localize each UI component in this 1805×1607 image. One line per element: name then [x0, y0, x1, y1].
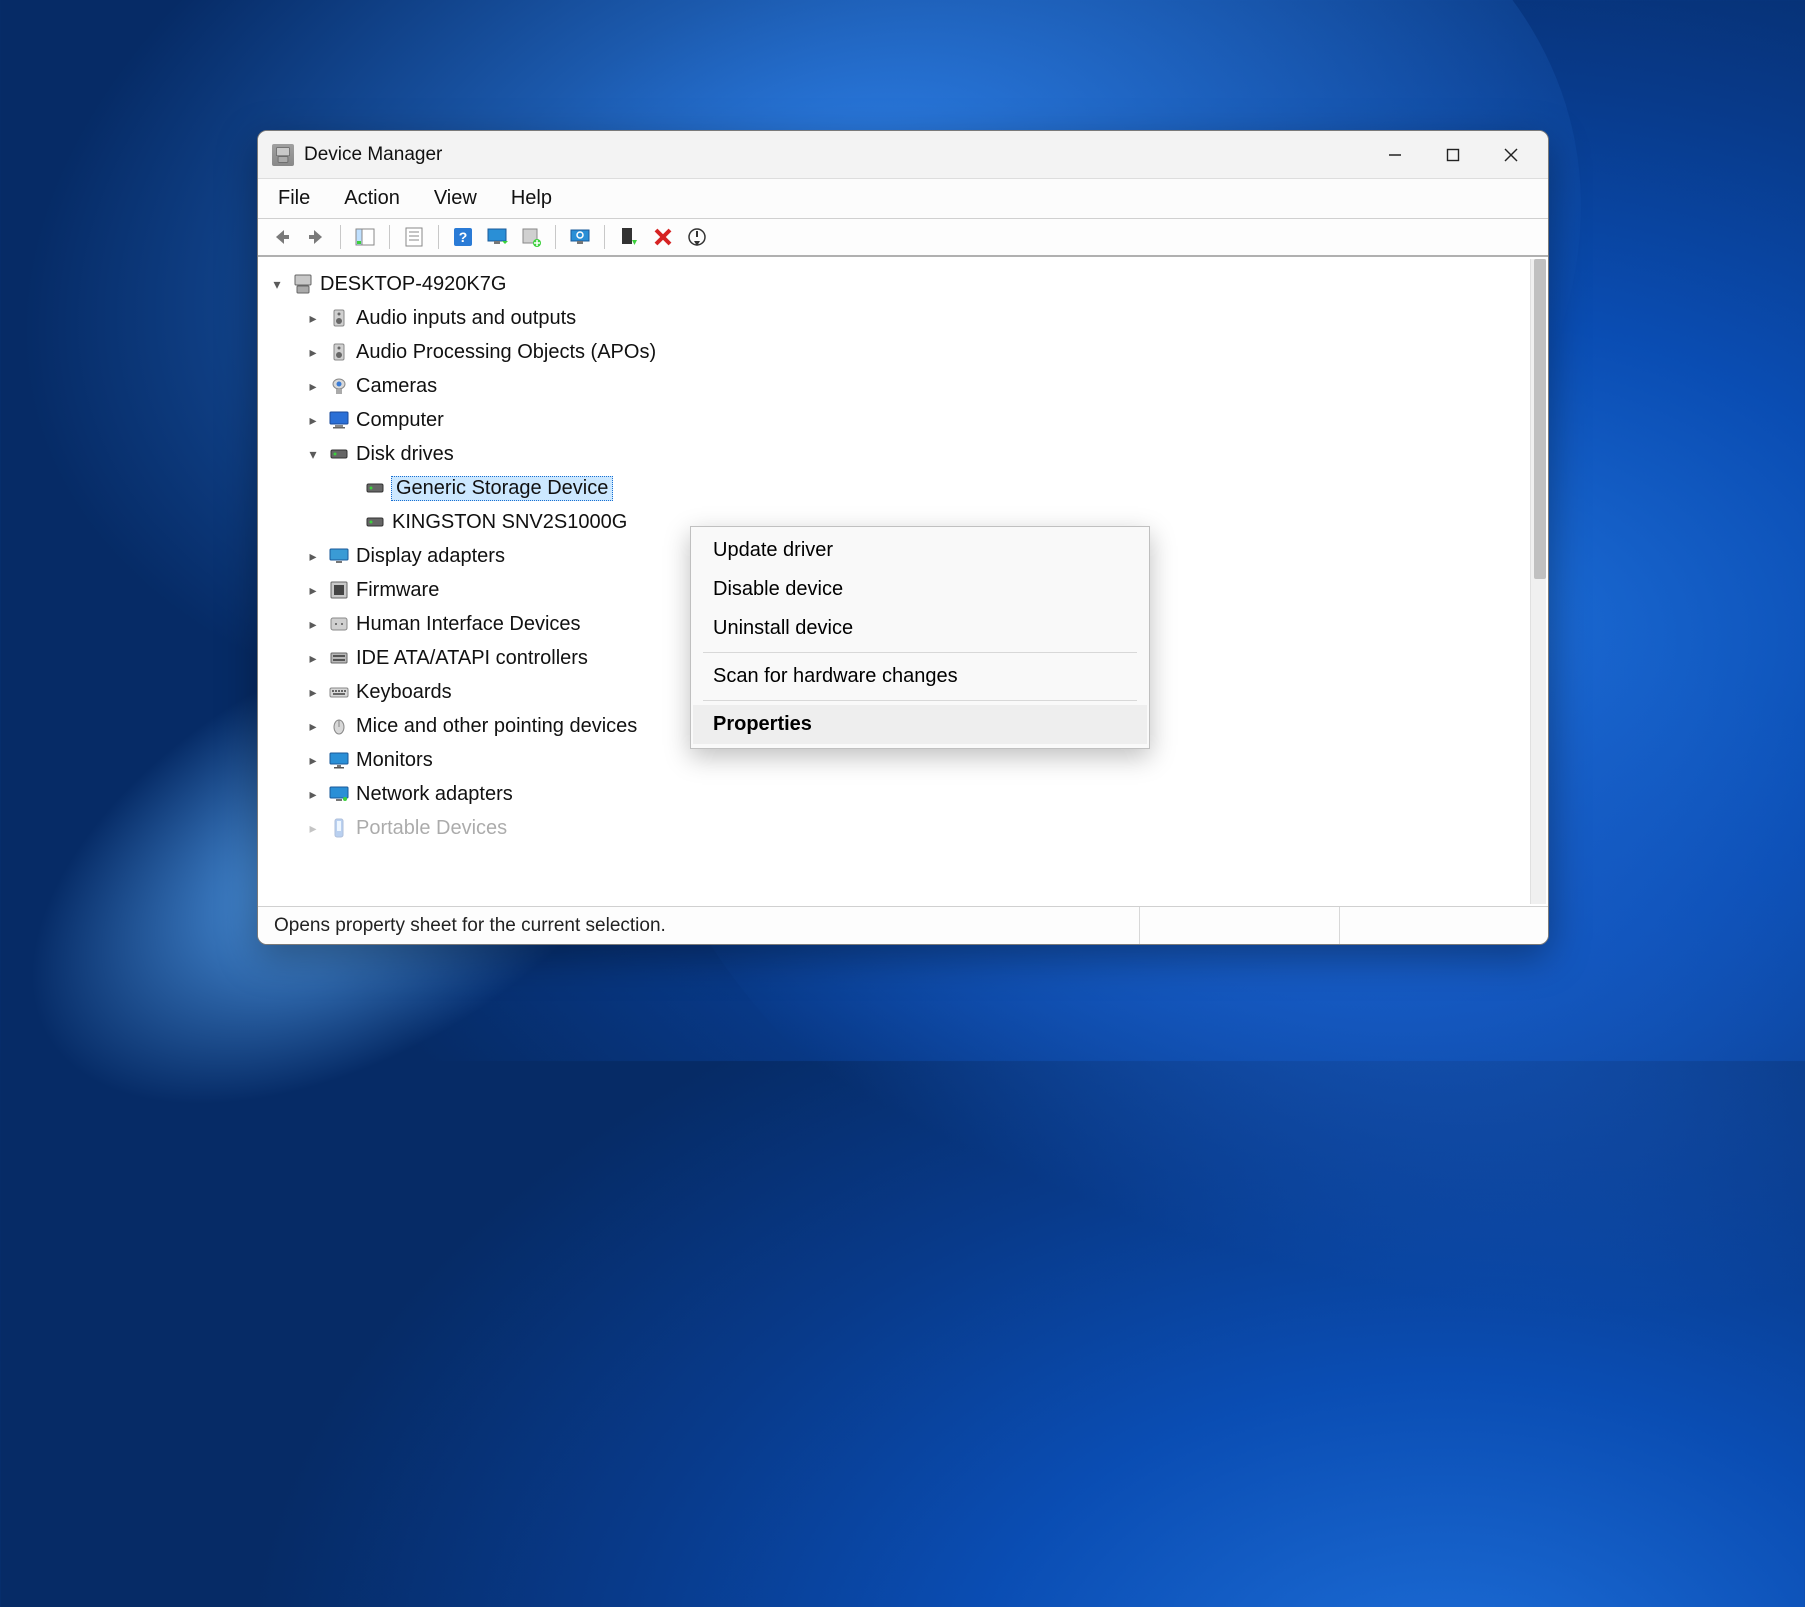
- hid-icon: [328, 613, 350, 635]
- chevron-right-icon[interactable]: ▸: [304, 616, 322, 633]
- statusbar-text: Opens property sheet for the current sel…: [266, 907, 1140, 944]
- speaker-icon: [328, 307, 350, 329]
- display-icon: [328, 545, 350, 567]
- menu-help[interactable]: Help: [507, 185, 556, 212]
- chevron-down-icon[interactable]: ▾: [304, 446, 322, 463]
- scan-hardware-icon: [486, 226, 508, 248]
- computer-icon: [328, 409, 350, 431]
- speaker-icon: [328, 341, 350, 363]
- toolbar-uninstall-button[interactable]: [647, 223, 679, 251]
- monitor-icon: [328, 749, 350, 771]
- window-title: Device Manager: [304, 144, 442, 166]
- chevron-right-icon[interactable]: ▸: [304, 344, 322, 361]
- help-icon: ?: [452, 226, 474, 248]
- statusbar-cell-2: [1140, 907, 1340, 944]
- statusbar: Opens property sheet for the current sel…: [258, 906, 1548, 944]
- keyboard-icon: [328, 681, 350, 703]
- menubar: File Action View Help: [258, 179, 1548, 219]
- minimize-button[interactable]: [1366, 132, 1424, 178]
- menu-view[interactable]: View: [430, 185, 481, 212]
- toolbar-help-button[interactable]: ?: [447, 223, 479, 251]
- toolbar-disable-button[interactable]: [681, 223, 713, 251]
- tree-root[interactable]: ▾ DESKTOP-4920K7G: [268, 267, 1548, 301]
- chevron-right-icon[interactable]: ▸: [304, 752, 322, 769]
- tree-item-computer[interactable]: ▸ Computer: [268, 403, 1548, 437]
- mouse-icon: [328, 715, 350, 737]
- arrow-left-icon: [271, 226, 293, 248]
- tree-item-generic-storage-device[interactable]: Generic Storage Device: [268, 471, 1548, 505]
- ide-icon: [328, 647, 350, 669]
- disk-icon: [328, 443, 350, 465]
- context-uninstall-device[interactable]: Uninstall device: [693, 609, 1147, 648]
- portable-icon: [328, 817, 350, 839]
- firmware-icon: [328, 579, 350, 601]
- tree-item-portable-devices[interactable]: ▸ Portable Devices: [268, 811, 1548, 845]
- context-properties[interactable]: Properties: [693, 705, 1147, 744]
- chevron-right-icon[interactable]: ▸: [304, 650, 322, 667]
- disable-icon: [686, 226, 708, 248]
- context-separator: [703, 652, 1137, 653]
- statusbar-cell-3: [1340, 907, 1540, 944]
- toolbar-enable-button[interactable]: [613, 223, 645, 251]
- properties-icon: [403, 226, 425, 248]
- enable-device-icon: [618, 226, 640, 248]
- context-separator: [703, 700, 1137, 701]
- scrollbar-thumb[interactable]: [1534, 259, 1546, 579]
- context-update-driver[interactable]: Update driver: [693, 531, 1147, 570]
- update-driver-icon: [569, 226, 591, 248]
- tree-item-audio-processing-objects[interactable]: ▸ Audio Processing Objects (APOs): [268, 335, 1548, 369]
- chevron-right-icon[interactable]: ▸: [304, 718, 322, 735]
- titlebar: Device Manager: [258, 131, 1548, 179]
- toolbar-console-tree-button[interactable]: [349, 223, 381, 251]
- context-scan-hardware[interactable]: Scan for hardware changes: [693, 657, 1147, 696]
- chevron-right-icon[interactable]: ▸: [304, 820, 322, 837]
- context-menu: Update driver Disable device Uninstall d…: [690, 526, 1150, 749]
- disk-drive-icon: [364, 477, 386, 499]
- chevron-right-icon[interactable]: ▸: [304, 412, 322, 429]
- uninstall-icon: [652, 226, 674, 248]
- tree-item-cameras[interactable]: ▸ Cameras: [268, 369, 1548, 403]
- toolbar-properties-button[interactable]: [398, 223, 430, 251]
- svg-text:?: ?: [459, 229, 468, 245]
- chevron-right-icon[interactable]: ▸: [304, 548, 322, 565]
- toolbar-back-button[interactable]: [266, 223, 298, 251]
- add-drivers-icon: [520, 226, 542, 248]
- chevron-right-icon[interactable]: ▸: [304, 378, 322, 395]
- tree-pane-icon: [354, 226, 376, 248]
- menu-action[interactable]: Action: [340, 185, 404, 212]
- toolbar-scan-button[interactable]: [481, 223, 513, 251]
- maximize-button[interactable]: [1424, 132, 1482, 178]
- tree-item-disk-drives[interactable]: ▾ Disk drives: [268, 437, 1548, 471]
- toolbar-add-drivers-button[interactable]: [515, 223, 547, 251]
- arrow-right-icon: [305, 226, 327, 248]
- tree-root-label: DESKTOP-4920K7G: [320, 273, 506, 296]
- computer-icon: [292, 273, 314, 295]
- app-icon: [272, 144, 294, 166]
- camera-icon: [328, 375, 350, 397]
- toolbar-forward-button[interactable]: [300, 223, 332, 251]
- tree-item-network-adapters[interactable]: ▸ Network adapters: [268, 777, 1548, 811]
- context-disable-device[interactable]: Disable device: [693, 570, 1147, 609]
- chevron-down-icon[interactable]: ▾: [268, 276, 286, 293]
- close-button[interactable]: [1482, 132, 1540, 178]
- toolbar: ?: [258, 219, 1548, 257]
- chevron-right-icon[interactable]: ▸: [304, 310, 322, 327]
- chevron-right-icon[interactable]: ▸: [304, 684, 322, 701]
- toolbar-update-driver-button[interactable]: [564, 223, 596, 251]
- disk-drive-icon: [364, 511, 386, 533]
- tree-item-audio-inputs-outputs[interactable]: ▸ Audio inputs and outputs: [268, 301, 1548, 335]
- chevron-right-icon[interactable]: ▸: [304, 582, 322, 599]
- chevron-right-icon[interactable]: ▸: [304, 786, 322, 803]
- menu-file[interactable]: File: [274, 185, 314, 212]
- network-icon: [328, 783, 350, 805]
